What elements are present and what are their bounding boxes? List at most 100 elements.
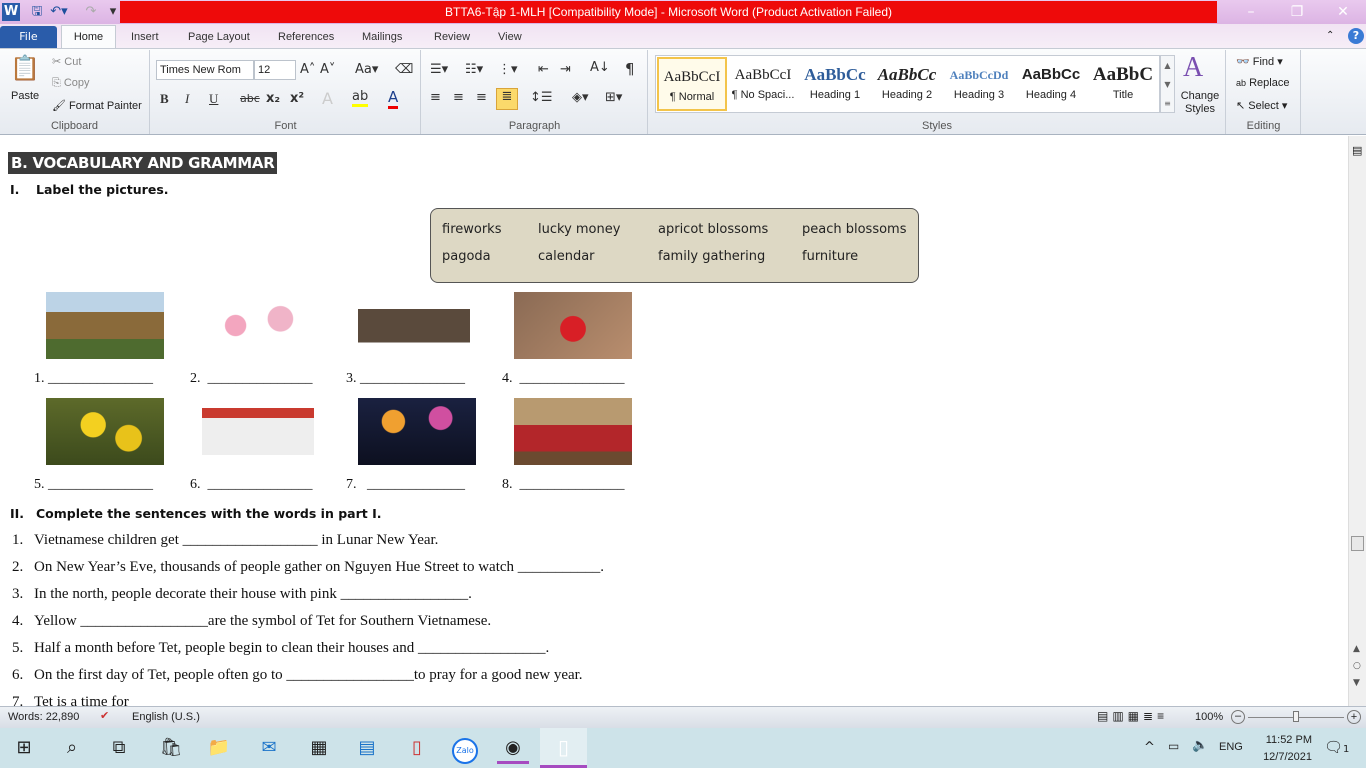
style-heading-1[interactable]: AaBbCc Heading 1 <box>800 57 870 111</box>
strikethrough-button[interactable]: abc <box>240 92 260 105</box>
word-app-icon[interactable]: W <box>2 3 20 21</box>
picture-answer-blank[interactable]: 4. _______________ <box>502 371 625 387</box>
style-heading-4[interactable]: AaBbCc Heading 4 <box>1016 57 1086 111</box>
superscript-button[interactable]: x² <box>290 91 304 106</box>
font-color-icon[interactable]: A <box>388 88 399 109</box>
search-icon[interactable]: ⌕ <box>56 732 88 764</box>
style-normal[interactable]: AaBbCcI ¶ Normal <box>657 57 727 111</box>
change-styles-button[interactable]: Change Styles <box>1178 90 1222 116</box>
picture-answer-blank[interactable]: 2. _______________ <box>190 371 313 387</box>
align-right-icon[interactable]: ≡ <box>476 90 487 105</box>
vertical-scrollbar[interactable]: ▤ ▲ ○ ▼ <box>1348 136 1366 706</box>
picture-furniture[interactable] <box>358 292 470 359</box>
subscript-button[interactable]: x₂ <box>266 91 280 106</box>
justify-icon[interactable]: ≣ <box>496 88 518 110</box>
align-center-icon[interactable]: ≡ <box>453 90 464 105</box>
zoom-in-button[interactable]: + <box>1347 710 1361 724</box>
undo-icon[interactable]: ↶▾ <box>50 3 68 21</box>
word-count[interactable]: Words: 22,890 <box>8 711 79 723</box>
multilevel-list-icon[interactable]: ⋮▾ <box>498 62 518 77</box>
action-center-icon[interactable]: 🗨1 <box>1324 738 1349 756</box>
view-buttons[interactable]: ▤▥▦≣≡ <box>1097 709 1168 723</box>
tab-home[interactable]: Home <box>61 25 116 49</box>
picture-answer-blank[interactable]: 3. _______________ <box>346 371 465 387</box>
save-icon[interactable]: 🖫 <box>28 3 46 21</box>
picture-pagoda[interactable] <box>46 292 164 359</box>
select-button[interactable]: ↖ Select ▾ <box>1236 99 1287 112</box>
font-name-combo[interactable]: Times New Rom <box>156 60 254 80</box>
shading-icon[interactable]: ◈▾ <box>572 90 589 105</box>
help-icon[interactable]: ? <box>1348 28 1364 44</box>
clear-formatting-icon[interactable]: ⌫ <box>395 62 413 77</box>
paste-button[interactable]: Paste <box>11 90 39 102</box>
text-effects-icon[interactable]: A <box>322 89 333 108</box>
borders-icon[interactable]: ⊞▾ <box>605 90 622 105</box>
bullets-icon[interactable]: ☰▾ <box>430 62 448 77</box>
volume-icon[interactable]: 🔈 <box>1192 738 1208 753</box>
zoom-out-button[interactable]: – <box>1231 710 1245 724</box>
network-icon[interactable]: ▭ <box>1168 739 1179 753</box>
tab-mailings[interactable]: Mailings <box>350 26 414 48</box>
picture-fireworks[interactable] <box>358 398 476 465</box>
tab-file[interactable]: File <box>0 26 57 48</box>
picture-answer-blank[interactable]: 7. ______________ <box>346 477 465 493</box>
picture-peach-blossoms[interactable] <box>202 292 314 359</box>
copy-button[interactable]: ⎘ Copy <box>52 77 90 90</box>
style-no-spacing[interactable]: AaBbCcI ¶ No Spaci... <box>728 57 798 111</box>
minimize-button[interactable]: – <box>1228 0 1274 24</box>
show-formatting-icon[interactable]: ¶ <box>625 60 635 78</box>
change-case-icon[interactable]: Aa▾ <box>355 62 378 77</box>
cut-button[interactable]: ✂ Cut <box>52 55 81 68</box>
picture-lucky-money[interactable] <box>514 292 632 359</box>
close-button[interactable]: ✕ <box>1320 0 1366 24</box>
input-language[interactable]: ENG <box>1219 741 1243 753</box>
decrease-indent-icon[interactable]: ⇤ <box>538 62 549 77</box>
store-icon[interactable]: 🛍 <box>155 732 187 764</box>
app-icon[interactable]: ▯ <box>401 732 433 764</box>
styles-scroll[interactable]: ▲ ▼ ≡ <box>1160 55 1175 113</box>
ruler-toggle-icon[interactable]: ▤ <box>1352 144 1362 157</box>
bold-button[interactable]: B <box>160 91 169 107</box>
picture-answer-blank[interactable]: 1. _______________ <box>34 371 153 387</box>
restore-button[interactable]: ❐ <box>1274 0 1320 24</box>
tab-insert[interactable]: Insert <box>119 26 171 48</box>
picture-family-gathering[interactable] <box>514 398 632 465</box>
mail-icon[interactable]: ✉ <box>253 732 285 764</box>
chrome-icon[interactable]: ◉ <box>497 732 529 764</box>
start-windows-icon[interactable]: ⊞ <box>8 732 40 764</box>
picture-answer-blank[interactable]: 8. _______________ <box>502 477 625 493</box>
find-button[interactable]: 👓 Find ▾ <box>1236 55 1283 68</box>
redo-icon[interactable]: ↷ <box>82 3 100 21</box>
font-size-combo[interactable]: 12 <box>254 60 296 80</box>
underline-button[interactable]: U <box>209 91 218 107</box>
task-view-icon[interactable]: ⧉ <box>103 732 135 764</box>
tab-references[interactable]: References <box>266 26 346 48</box>
increase-indent-icon[interactable]: ⇥ <box>560 62 571 77</box>
language-indicator[interactable]: English (U.S.) <box>132 711 200 723</box>
highlight-icon[interactable]: ab <box>352 89 369 107</box>
tab-view[interactable]: View <box>486 26 534 48</box>
style-heading-2[interactable]: AaBbCc Heading 2 <box>872 57 942 111</box>
grow-font-icon[interactable]: A˄ <box>300 62 315 77</box>
picture-calendar[interactable] <box>202 398 314 465</box>
picture-answer-blank[interactable]: 5. _______________ <box>34 477 153 493</box>
replace-button[interactable]: ab Replace <box>1236 77 1289 89</box>
shrink-font-icon[interactable]: A˅ <box>320 62 335 77</box>
tab-page-layout[interactable]: Page Layout <box>176 26 262 48</box>
line-spacing-icon[interactable]: ↕☰ <box>530 90 553 105</box>
file-explorer-icon[interactable]: 📁 <box>203 732 235 764</box>
scroll-thumb[interactable] <box>1351 536 1364 551</box>
picture-apricot-blossoms[interactable] <box>46 398 164 465</box>
italic-button[interactable]: I <box>185 91 189 107</box>
calculator-icon[interactable]: ▦ <box>303 732 335 764</box>
zoom-level[interactable]: 100% <box>1195 711 1223 723</box>
tab-review[interactable]: Review <box>422 26 482 48</box>
calendar-app-icon[interactable]: ▤ <box>351 732 383 764</box>
clock[interactable]: 11:52 PM 12/7/2021 <box>1252 732 1312 766</box>
sort-icon[interactable]: A↓ <box>590 60 610 75</box>
zoom-slider-thumb[interactable] <box>1293 711 1299 722</box>
paste-icon[interactable]: 📋 <box>10 54 40 82</box>
change-styles-icon[interactable]: A <box>1183 52 1203 84</box>
style-title[interactable]: AaBbC Title <box>1088 57 1158 111</box>
page-browse-controls[interactable]: ▲ ○ ▼ <box>1353 641 1361 692</box>
